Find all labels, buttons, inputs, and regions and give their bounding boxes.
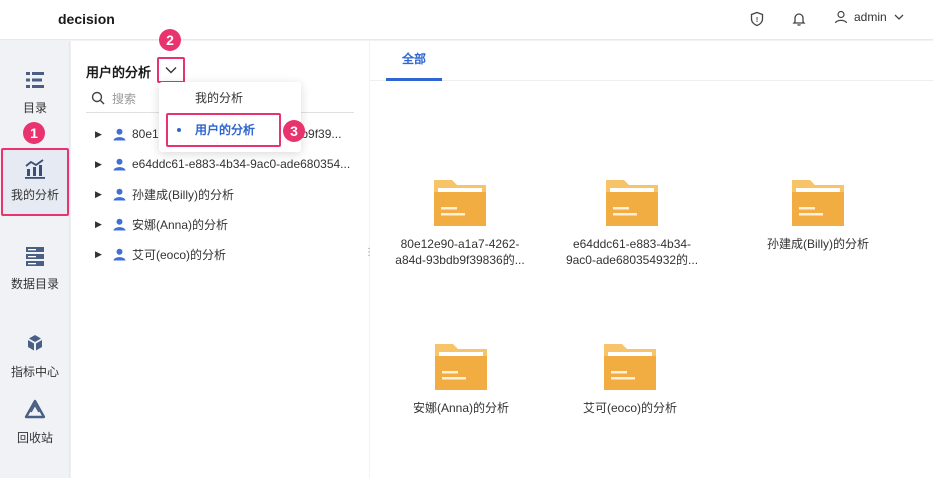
caret-right-icon[interactable]: ▶: [95, 129, 105, 140]
chevron-down-icon: [165, 67, 177, 74]
folder-item[interactable]: e64ddc61-e883-4b34- 9ac0-ade680354932的..…: [547, 176, 717, 268]
nav-item-my-analysis[interactable]: 我的分析: [1, 148, 69, 216]
database-icon: [26, 247, 44, 266]
nav-item-catalog[interactable]: 目录: [0, 69, 70, 116]
nav-item-indicator-hub[interactable]: 指标中心: [0, 333, 70, 380]
analysis-chart-icon: [25, 159, 45, 179]
folder-icon: [606, 180, 658, 226]
bell-icon[interactable]: [791, 11, 807, 27]
indicator-hub-icon: [28, 335, 42, 351]
user-icon: [113, 128, 126, 140]
tree-row-label: e64ddc61-e883-4b34-9ac0-ade680354...: [132, 157, 351, 171]
folder-icon: [792, 180, 844, 226]
shield-icon[interactable]: !: [749, 11, 765, 27]
tab-all[interactable]: 全部: [386, 41, 443, 81]
tree-row[interactable]: ▶ 艾可(eoco)的分析: [95, 244, 226, 264]
user-icon: [113, 158, 126, 170]
username: admin: [854, 10, 887, 24]
tree-row-label-tail: b9f39...: [301, 127, 342, 141]
nav-label: 数据目录: [10, 277, 59, 291]
folder-name-line1: 艾可(eoco)的分析: [582, 401, 677, 415]
caret-right-icon[interactable]: ▶: [95, 219, 105, 230]
caret-right-icon[interactable]: ▶: [95, 249, 105, 260]
nav-item-data-catalog[interactable]: 数据目录: [0, 245, 70, 292]
search-placeholder: 搜索: [112, 92, 137, 106]
caret-right-icon[interactable]: ▶: [95, 189, 105, 200]
nav-label: 指标中心: [10, 365, 59, 379]
folder-item[interactable]: 80e12e90-a1a7-4262- a84d-93bdb9f39836的..…: [375, 176, 545, 268]
step-badge-3: 3: [283, 120, 305, 142]
tree-scope-toggle[interactable]: [157, 57, 185, 83]
caret-right-icon[interactable]: ▶: [95, 159, 105, 170]
tree-row[interactable]: ▶ e64ddc61-e883-4b34-9ac0-ade680354...: [95, 154, 350, 174]
left-nav: 目录 我的分析 数据目录 指标中心 回收站: [0, 41, 70, 478]
folder-icon: [604, 344, 656, 390]
top-header: decision ! admin: [0, 0, 933, 40]
nav-label: 我的分析: [10, 188, 59, 202]
tree-row[interactable]: ▶ 孙建成(Billy)的分析: [95, 184, 234, 204]
user-icon: [113, 218, 126, 230]
folder-icon: [435, 344, 487, 390]
folder-name-line1: 孙建成(Billy)的分析: [767, 237, 869, 251]
step-badge-1: 1: [23, 122, 45, 144]
dropdown-option-my-analysis[interactable]: 我的分析: [159, 83, 301, 113]
search-icon: [91, 91, 105, 105]
selected-option-highlight: [166, 113, 281, 147]
selected-dot-icon: [177, 128, 181, 132]
folder-name-line1: 安娜(Anna)的分析: [412, 401, 510, 415]
recycle-bin-icon: [24, 399, 46, 419]
step-badge-2: 2: [159, 29, 181, 51]
list-icon: [26, 72, 44, 88]
folder-name-line1: e64ddc61-e883-4b34-: [572, 237, 692, 251]
folder-item[interactable]: 艾可(eoco)的分析: [545, 340, 715, 416]
user-icon: [834, 10, 848, 24]
tab-bar: 全部: [370, 41, 933, 81]
user-menu[interactable]: admin: [834, 10, 905, 24]
user-icon: [113, 188, 126, 200]
svg-text:!: !: [756, 17, 758, 24]
nav-label: 目录: [22, 101, 47, 115]
nav-item-recycle-bin[interactable]: 回收站: [0, 399, 70, 446]
user-icon: [113, 248, 126, 260]
content-area: 全部 80e12e90-a1a7-4262- a84d-93bdb9f39836…: [370, 41, 933, 478]
tree-row-label: 孙建成(Billy)的分析: [132, 187, 234, 202]
nav-label: 回收站: [16, 431, 53, 445]
tree-row-label: 安娜(Anna)的分析: [132, 217, 229, 232]
tree-title: 用户的分析: [86, 65, 152, 80]
tree-row-label: 艾可(eoco)的分析: [132, 247, 227, 262]
folder-icon: [434, 180, 486, 226]
folder-name-line1: 80e12e90-a1a7-4262-: [400, 237, 520, 251]
brand-name: decision: [58, 11, 115, 27]
tree-row[interactable]: ▶ 安娜(Anna)的分析: [95, 214, 228, 234]
folder-item[interactable]: 安娜(Anna)的分析: [376, 340, 546, 416]
chevron-down-icon: [894, 14, 904, 20]
folder-item[interactable]: 孙建成(Billy)的分析: [733, 176, 903, 252]
folder-name-line2: 9ac0-ade680354932的...: [565, 253, 699, 267]
folder-name-line2: a84d-93bdb9f39836的...: [395, 253, 525, 267]
